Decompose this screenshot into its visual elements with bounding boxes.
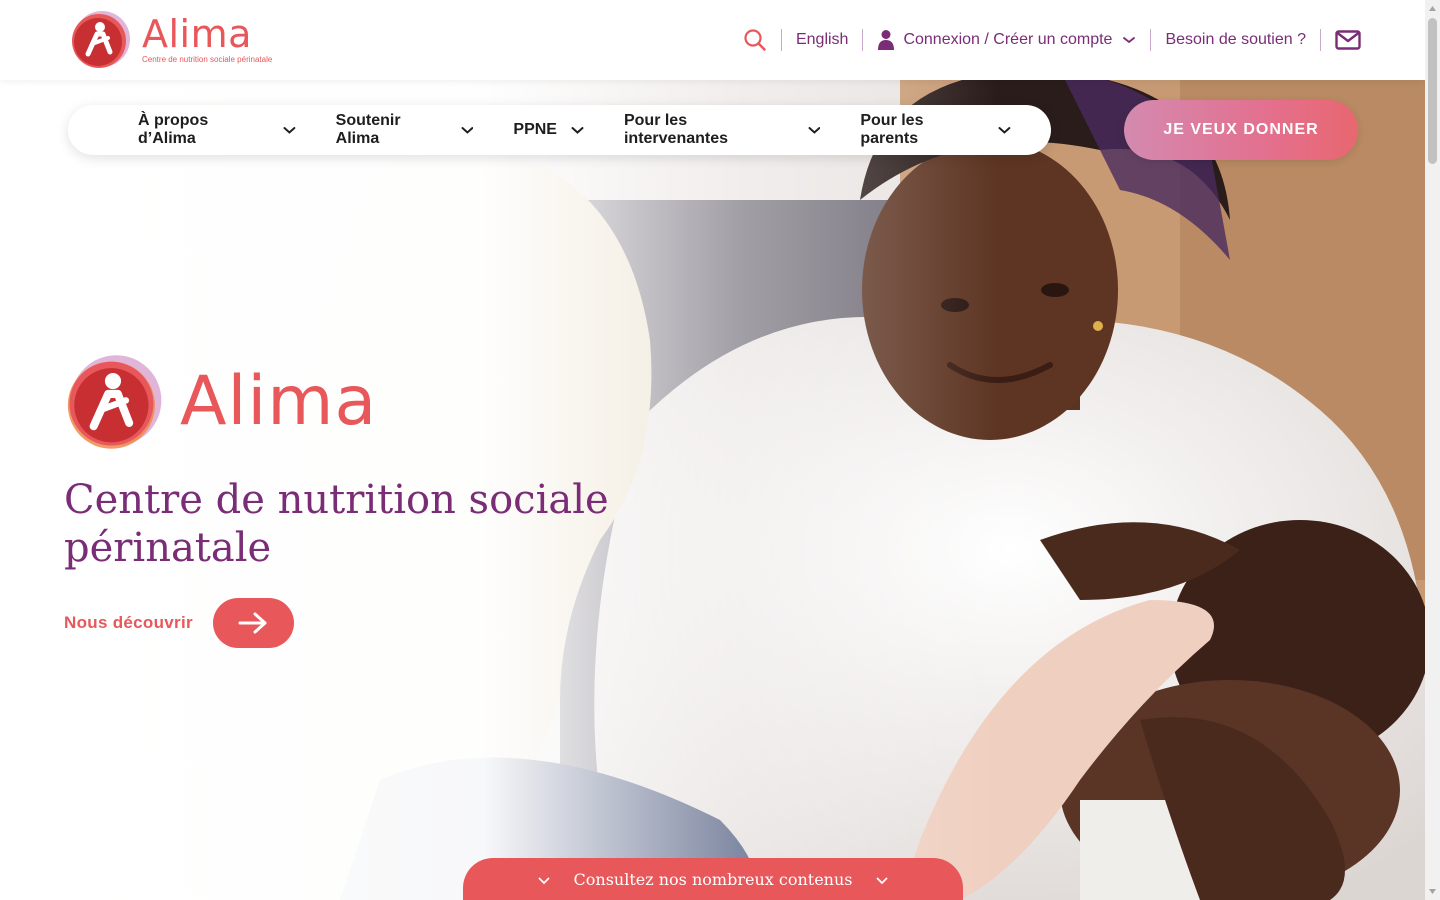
search-button[interactable] [743, 28, 767, 52]
nav-item-label: Pour les parents [860, 112, 924, 147]
utility-links: English Connexion / Créer un compte Beso… [743, 26, 1361, 54]
scrollbar-thumb[interactable] [1428, 18, 1437, 164]
chevron-down-icon [877, 877, 888, 885]
support-link[interactable]: Besoin de soutien ? [1165, 31, 1306, 49]
alima-logo-mark [67, 355, 162, 449]
arrow-right-icon [238, 612, 267, 634]
discover-label: Nous découvrir [64, 613, 193, 632]
hero-logo: Alima [64, 352, 377, 452]
nav-item-label: Soutenir Alima [335, 112, 401, 147]
nav-item-label: À propos d’Alima [138, 112, 209, 147]
nav-item-label: PPNE [513, 121, 557, 138]
nav-item-ppne[interactable]: PPNE [513, 121, 584, 139]
divider [780, 29, 782, 51]
chevron-down-icon [998, 126, 1011, 134]
search-icon [744, 29, 766, 51]
nav-item-support-alima[interactable]: Soutenir Alima [336, 112, 474, 148]
content-drawer-tab[interactable]: Consultez nos nombreux contenus [463, 858, 963, 900]
scroll-up-arrow-icon[interactable] [1428, 4, 1437, 13]
main-navigation: À propos d’Alima Soutenir Alima PPNE Pou… [68, 105, 1051, 155]
content-drawer-label: Consultez nos nombreux contenus [573, 870, 853, 889]
contact-button[interactable] [1335, 30, 1361, 50]
site-header: Alima Centre de nutrition sociale périna… [0, 0, 1425, 80]
divider [1150, 29, 1152, 51]
nav-item-practitioners[interactable]: Pour les intervenantes [624, 112, 820, 148]
account-menu[interactable]: Connexion / Créer un compte [877, 29, 1136, 51]
divider [1320, 29, 1321, 51]
nav-item-label: Pour les intervenantes [623, 112, 729, 147]
user-icon [878, 30, 895, 50]
nav-item-parents[interactable]: Pour les parents [860, 112, 1011, 148]
mail-icon [1335, 30, 1361, 50]
chevron-down-icon [807, 126, 820, 134]
chevron-down-icon [571, 126, 584, 134]
chevron-down-icon [283, 126, 296, 134]
chevron-down-icon [461, 126, 473, 134]
account-link-label: Connexion / Créer un compte [903, 31, 1113, 48]
discover-cta[interactable]: Nous découvrir [64, 598, 294, 648]
language-link[interactable]: English [796, 31, 848, 49]
divider [862, 29, 864, 51]
hero-logo-wordmark: Alima [180, 362, 378, 441]
chevron-down-icon [1123, 37, 1136, 44]
header-logo[interactable]: Alima Centre de nutrition sociale périna… [70, 8, 272, 70]
page-scrollbar[interactable] [1425, 0, 1440, 900]
scroll-down-arrow-icon[interactable] [1428, 887, 1437, 896]
chevron-down-icon [538, 877, 549, 885]
nav-item-about[interactable]: À propos d’Alima [138, 112, 296, 148]
discover-arrow-button[interactable] [212, 598, 294, 648]
logo-tagline: Centre de nutrition sociale périnatale [142, 55, 273, 64]
hero-title: Centre de nutrition sociale périnatale [64, 477, 609, 571]
logo-wordmark: Alima [142, 12, 252, 56]
donate-button[interactable]: JE VEUX DONNER [1124, 100, 1358, 160]
alima-logo-mark [72, 11, 130, 68]
